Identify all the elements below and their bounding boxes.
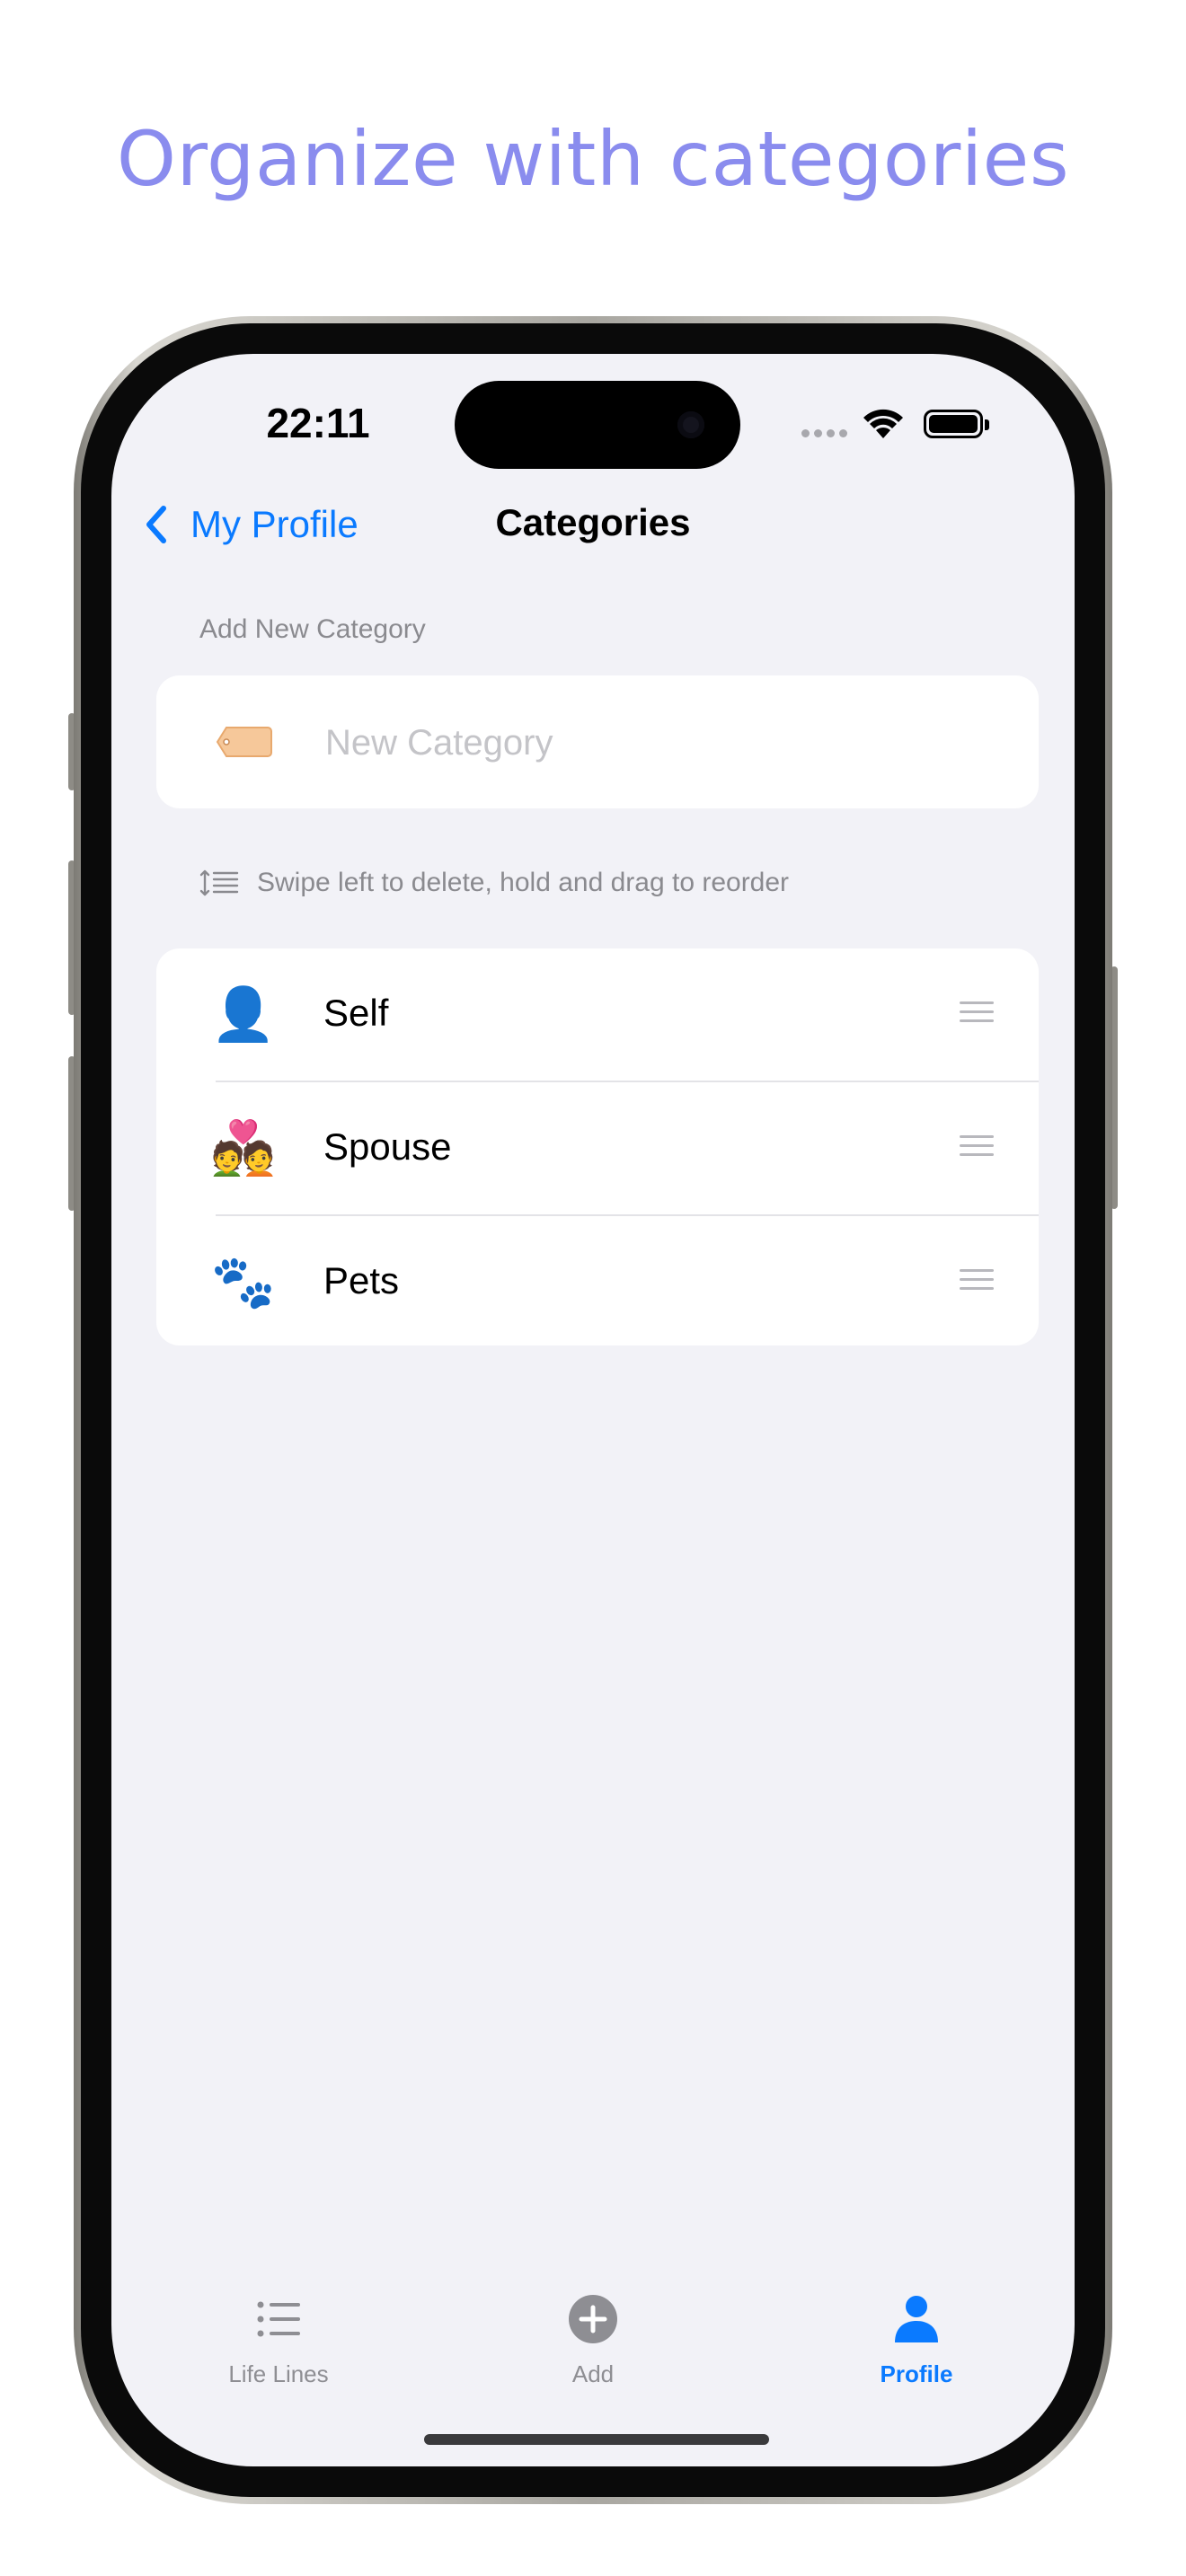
chevron-left-icon xyxy=(146,506,166,543)
category-emoji-person-icon: 👤 xyxy=(210,984,277,1045)
tab-profile[interactable]: Profile xyxy=(809,2292,1024,2400)
status-time: 22:11 xyxy=(266,400,370,446)
tab-bar: Life Lines Add Profile xyxy=(111,2292,1075,2400)
home-indicator xyxy=(424,2434,769,2445)
category-emoji-couple-icon: 💑 xyxy=(210,1117,277,1178)
back-button[interactable]: My Profile xyxy=(138,498,358,551)
category-row-spouse[interactable]: 💑 Spouse xyxy=(156,1082,1039,1214)
category-row-pets[interactable]: 🐾 Pets xyxy=(156,1216,1039,1348)
tab-add[interactable]: Add xyxy=(485,2292,701,2400)
tab-label: Life Lines xyxy=(228,2360,329,2387)
tag-icon xyxy=(216,727,272,757)
dynamic-island xyxy=(455,381,740,469)
category-name: Pets xyxy=(323,1259,400,1301)
person-icon xyxy=(895,2296,938,2342)
drag-handle-icon[interactable] xyxy=(960,1269,994,1294)
category-list: 👤 Self 💑 Spouse 🐾 Pets xyxy=(156,948,1039,1345)
category-row-self[interactable]: 👤 Self xyxy=(156,948,1039,1081)
category-name: Spouse xyxy=(323,1125,452,1168)
camera-icon xyxy=(677,411,704,438)
tab-label: Add xyxy=(571,2360,615,2387)
plus-circle-icon xyxy=(569,2295,617,2343)
cellular-signal-icon xyxy=(801,426,852,442)
reorder-hint-text: Swipe left to delete, hold and drag to r… xyxy=(257,868,790,897)
page-title: Categories xyxy=(495,501,691,543)
drag-handle-icon[interactable] xyxy=(960,1001,994,1027)
back-button-label: My Profile xyxy=(190,503,358,545)
marketing-headline: Organize with categories xyxy=(116,115,1070,203)
category-name: Self xyxy=(323,992,389,1034)
reorder-hint: Swipe left to delete, hold and drag to r… xyxy=(199,868,789,898)
new-category-input[interactable] xyxy=(323,710,992,776)
reorder-icon xyxy=(199,869,239,896)
category-emoji-paw-icon: 🐾 xyxy=(210,1251,277,1312)
phone-screen: 22:11 My Profile Categories Add New Cate… xyxy=(111,354,1075,2466)
battery-icon xyxy=(924,410,989,438)
tab-life-lines[interactable]: Life Lines xyxy=(171,2292,386,2400)
tab-label: Profile xyxy=(880,2360,953,2387)
wifi-icon xyxy=(863,409,903,438)
add-category-card xyxy=(156,675,1039,808)
drag-handle-icon[interactable] xyxy=(960,1135,994,1160)
add-category-section-label: Add New Category xyxy=(199,614,426,644)
list-icon xyxy=(257,2301,300,2337)
